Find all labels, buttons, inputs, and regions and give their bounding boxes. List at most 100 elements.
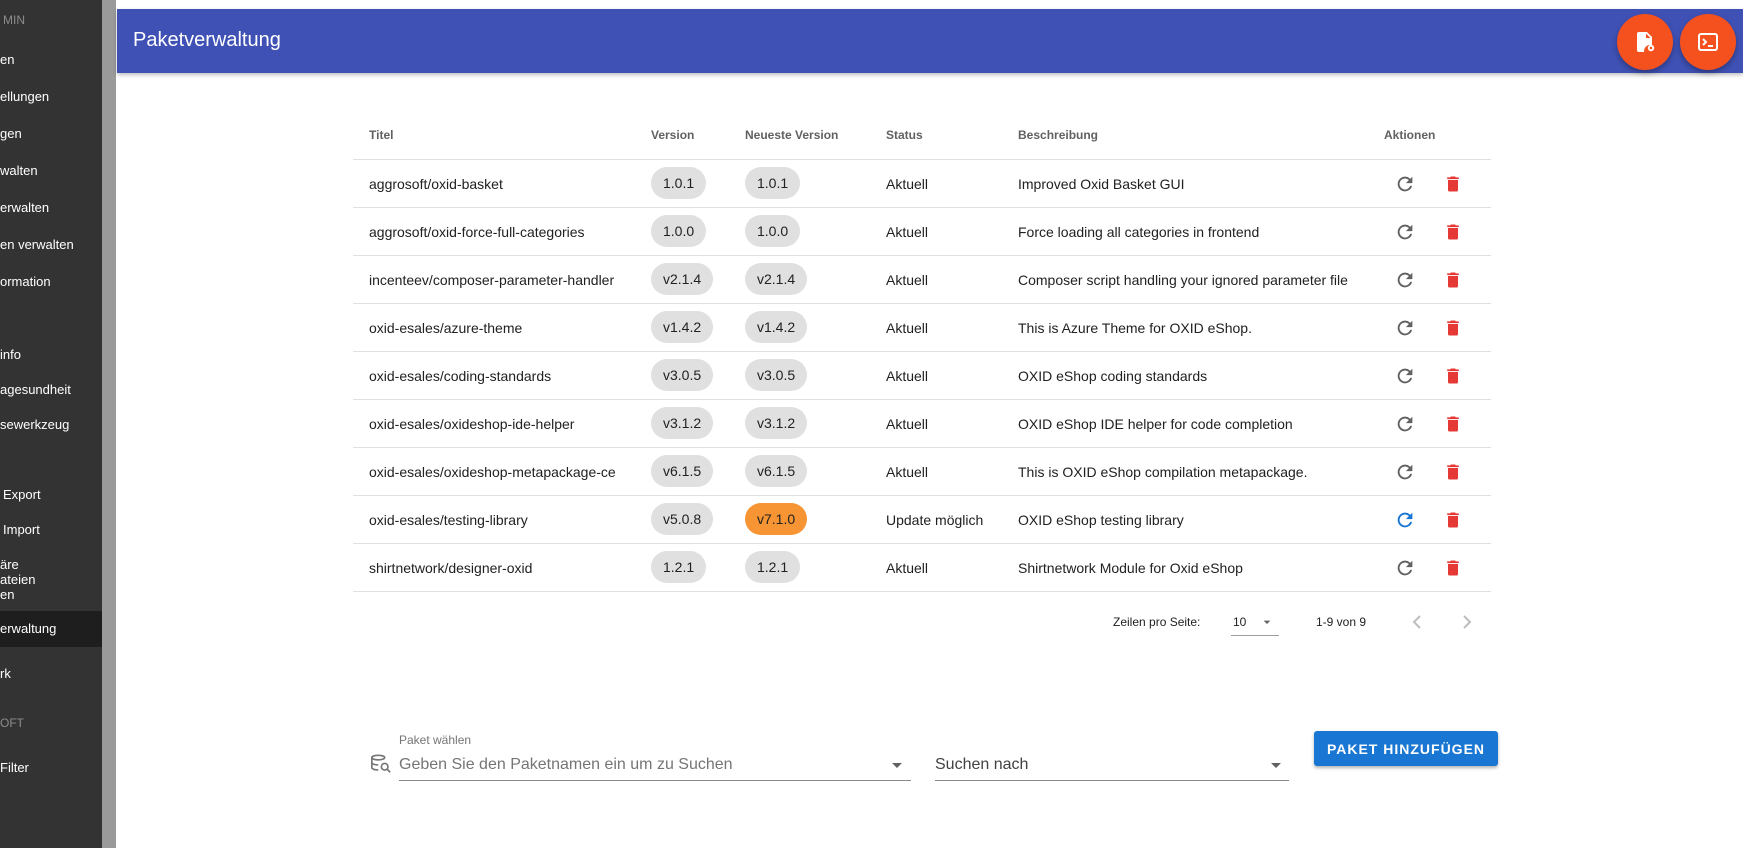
status-text: Aktuell	[886, 464, 929, 480]
table-row: oxid-esales/oxideshop-metapackage-ce v6.1…	[353, 448, 1491, 496]
chevron-right-icon	[1463, 615, 1472, 629]
column-header: Neueste Version	[745, 128, 839, 142]
status-text: Aktuell	[886, 560, 929, 576]
column-header: Titel	[369, 128, 394, 142]
package-title: aggrosoft/oxid-basket	[369, 176, 503, 192]
delete-package-button[interactable]	[1441, 316, 1465, 340]
delete-package-button[interactable]	[1441, 508, 1465, 532]
delete-package-button[interactable]	[1441, 268, 1465, 292]
trash-icon	[1447, 416, 1459, 432]
console-button[interactable]	[1680, 14, 1736, 70]
package-description: OXID eShop coding standards	[1018, 368, 1208, 384]
chevron-down-icon	[1263, 620, 1271, 624]
refresh-icon	[1397, 272, 1413, 288]
status-text: Aktuell	[886, 224, 929, 240]
file-settings-button[interactable]	[1617, 14, 1673, 70]
version-chip: v5.0.8	[651, 503, 714, 535]
package-search-input[interactable]	[399, 753, 879, 777]
sidebar-item[interactable]: Export	[0, 487, 102, 502]
sidebar-item[interactable]: ormation	[0, 274, 102, 289]
latest-version-chip: v2.1.4	[745, 263, 808, 295]
table-row: aggrosoft/oxid-basket 1.0.1 1.0.1 Aktuell Im…	[353, 160, 1491, 208]
sidebar-item[interactable]: en	[0, 52, 102, 67]
rows-per-page-select[interactable]: 10	[1231, 606, 1279, 636]
sidebar-item[interactable]: erwalten	[0, 200, 102, 215]
table-row: oxid-esales/azure-theme v1.4.2 v1.4.2 Aktue…	[353, 304, 1491, 352]
package-title: oxid-esales/oxideshop-ide-helper	[369, 416, 575, 432]
next-page-button[interactable]	[1455, 610, 1479, 634]
update-package-button[interactable]	[1393, 412, 1417, 436]
latest-version-chip: v6.1.5	[745, 455, 808, 487]
package-description: OXID eShop testing library	[1018, 512, 1184, 528]
sidebar-item[interactable]: ellungen	[0, 89, 102, 104]
sidebar-section: OFT	[0, 716, 24, 730]
package-label: Paket wählen	[399, 733, 472, 747]
column-header: Status	[886, 128, 923, 142]
package-description: Force loading all categories in frontend	[1018, 224, 1260, 240]
latest-version-chip: v7.1.0	[745, 503, 808, 535]
version-chip: v1.4.2	[651, 311, 714, 343]
package-title: shirtnetwork/designer-oxid	[369, 560, 533, 576]
version-chip: v3.1.2	[651, 407, 714, 439]
chevron-down-icon[interactable]	[885, 753, 909, 777]
console-icon	[1698, 33, 1718, 51]
sidebar-item[interactable]: äre ateien en	[0, 557, 102, 602]
trash-icon	[1447, 224, 1459, 240]
latest-version-chip: v3.1.2	[745, 407, 808, 439]
refresh-icon	[1397, 416, 1413, 432]
refresh-icon	[1397, 512, 1413, 528]
database-search-icon	[371, 754, 391, 773]
sidebar-item[interactable]: info	[0, 347, 102, 362]
package-title: oxid-esales/coding-standards	[369, 368, 552, 384]
update-package-button[interactable]	[1393, 316, 1417, 340]
sidebar-item[interactable]: gen	[0, 126, 102, 141]
update-package-button[interactable]	[1393, 172, 1417, 196]
package-select-field: Paket wählen	[370, 733, 911, 781]
sidebar-item[interactable]: agesundheit	[0, 382, 102, 397]
sidebar-border	[102, 0, 116, 848]
update-package-button[interactable]	[1393, 556, 1417, 580]
add-package-button[interactable]: PAKET HINZUFÜGEN	[1314, 731, 1498, 766]
page-range: 1-9 von 9	[1316, 615, 1367, 629]
pagination: Zeilen pro Seite: 10 1-9 von 9	[353, 594, 1491, 650]
delete-package-button[interactable]	[1441, 412, 1465, 436]
package-title: oxid-esales/oxideshop-metapackage-ce	[369, 464, 616, 480]
sidebar-item[interactable]: Import	[0, 522, 102, 537]
rows-per-page-value: 10	[1233, 615, 1247, 629]
package-description: This is Azure Theme for OXID eShop.	[1018, 320, 1252, 336]
sidebar-item[interactable]: sewerkzeug	[0, 417, 102, 432]
table-row: incenteev/composer-parameter-handler v2.1…	[353, 256, 1491, 304]
update-package-button[interactable]	[1393, 268, 1417, 292]
sidebar-item[interactable]: en verwalten	[0, 237, 102, 252]
search-by-input[interactable]	[935, 753, 1255, 777]
delete-package-button[interactable]	[1441, 364, 1465, 388]
table-header: Titel Version Neueste Version Status Beschre…	[353, 110, 1491, 160]
refresh-icon	[1397, 368, 1413, 384]
delete-package-button[interactable]	[1441, 460, 1465, 484]
sidebar-item[interactable]: rk	[0, 666, 102, 681]
column-header: Version	[651, 128, 695, 142]
delete-package-button[interactable]	[1441, 220, 1465, 244]
version-chip: v3.0.5	[651, 359, 714, 391]
update-package-button[interactable]	[1393, 364, 1417, 388]
update-package-button[interactable]	[1393, 220, 1417, 244]
sidebar-item[interactable]: Filter	[0, 760, 102, 775]
package-title: incenteev/composer-parameter-handler	[369, 272, 615, 288]
sidebar-item[interactable]: erwaltung	[0, 611, 102, 647]
package-title: oxid-esales/testing-library	[369, 512, 528, 528]
sidebar-item[interactable]: walten	[0, 163, 102, 178]
delete-package-button[interactable]	[1441, 172, 1465, 196]
chevron-down-icon[interactable]	[1264, 753, 1288, 777]
refresh-icon	[1397, 224, 1413, 240]
update-package-button[interactable]	[1393, 508, 1417, 532]
app-bar: Paketverwaltung	[117, 9, 1743, 73]
previous-page-button[interactable]	[1405, 610, 1429, 634]
file-settings-icon	[1637, 32, 1655, 52]
package-field-underline	[399, 780, 911, 781]
update-package-button[interactable]	[1393, 460, 1417, 484]
status-text: Aktuell	[886, 176, 929, 192]
version-chip: 1.0.1	[651, 167, 707, 199]
latest-version-chip: 1.0.0	[745, 215, 801, 247]
delete-package-button[interactable]	[1441, 556, 1465, 580]
page-title: Paketverwaltung	[133, 29, 281, 51]
